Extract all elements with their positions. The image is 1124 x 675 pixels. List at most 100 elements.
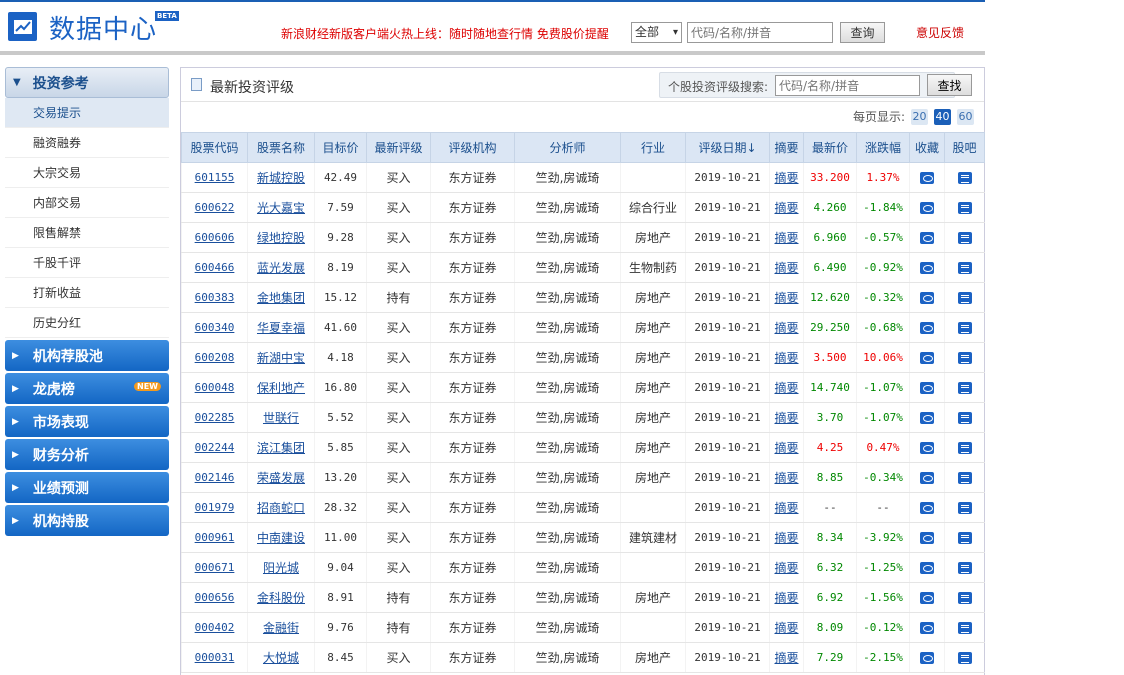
stock-code-link[interactable]: 601155 — [195, 171, 235, 184]
stock-code-link[interactable]: 000961 — [195, 531, 235, 544]
stock-code-link[interactable]: 600208 — [195, 351, 235, 364]
forum-icon[interactable] — [957, 292, 972, 304]
stock-name-link[interactable]: 世联行 — [263, 411, 299, 425]
column-header[interactable]: 收藏 — [909, 132, 945, 163]
stock-name-link[interactable]: 大悦城 — [263, 651, 299, 665]
stock-code-link[interactable]: 000402 — [195, 621, 235, 634]
column-header[interactable]: 股票名称 — [247, 132, 315, 163]
summary-link[interactable]: 摘要 — [774, 441, 798, 455]
top-search-button[interactable]: 查询 — [840, 22, 885, 43]
sidebar-group[interactable]: ▶ 市场表现 — [5, 406, 169, 437]
summary-link[interactable]: 摘要 — [774, 531, 798, 545]
summary-link[interactable]: 摘要 — [774, 261, 798, 275]
sidebar-group[interactable]: ▶ 业绩预测 — [5, 472, 169, 503]
favorite-icon[interactable] — [920, 532, 934, 544]
promo-link[interactable]: 新浪财经新版客户端火热上线：随时随地查行情 免费股价提醒 — [281, 25, 609, 42]
summary-link[interactable]: 摘要 — [774, 171, 798, 185]
summary-link[interactable]: 摘要 — [774, 231, 798, 245]
favorite-icon[interactable] — [920, 472, 934, 484]
favorite-icon[interactable] — [920, 502, 934, 514]
summary-link[interactable]: 摘要 — [774, 381, 798, 395]
forum-icon[interactable] — [957, 382, 972, 394]
column-header[interactable]: 摘要 — [769, 132, 804, 163]
stock-code-link[interactable]: 600606 — [195, 231, 235, 244]
stock-name-link[interactable]: 金科股份 — [257, 591, 305, 605]
stock-code-link[interactable]: 002146 — [195, 471, 235, 484]
sidebar-item[interactable]: 融资融券 — [5, 128, 169, 158]
favorite-icon[interactable] — [920, 412, 934, 424]
stock-code-link[interactable]: 600383 — [195, 291, 235, 304]
favorite-icon[interactable] — [920, 562, 934, 574]
forum-icon[interactable] — [957, 592, 972, 604]
sidebar-group[interactable]: ▶ 机构荐股池 — [5, 340, 169, 371]
forum-icon[interactable] — [957, 562, 972, 574]
column-header[interactable]: 行业 — [620, 132, 686, 163]
column-header[interactable]: 股吧 — [944, 132, 985, 163]
forum-icon[interactable] — [957, 322, 972, 334]
stock-name-link[interactable]: 金融街 — [263, 621, 299, 635]
stock-name-link[interactable]: 保利地产 — [257, 381, 305, 395]
stock-name-link[interactable]: 中南建设 — [257, 531, 305, 545]
stock-name-link[interactable]: 蓝光发展 — [257, 261, 305, 275]
forum-icon[interactable] — [957, 472, 972, 484]
summary-link[interactable]: 摘要 — [774, 201, 798, 215]
forum-icon[interactable] — [957, 202, 972, 214]
stock-name-link[interactable]: 新城控股 — [257, 171, 305, 185]
sidebar-item[interactable]: 千股千评 — [5, 248, 169, 278]
favorite-icon[interactable] — [920, 622, 934, 634]
column-header[interactable]: 最新评级 — [366, 132, 431, 163]
summary-link[interactable]: 摘要 — [774, 411, 798, 425]
column-header[interactable]: 涨跌幅 — [856, 132, 910, 163]
stock-code-link[interactable]: 002285 — [195, 411, 235, 424]
sidebar-group[interactable]: ▶ 财务分析 — [5, 439, 169, 470]
summary-link[interactable]: 摘要 — [774, 621, 798, 635]
stock-name-link[interactable]: 绿地控股 — [257, 231, 305, 245]
forum-icon[interactable] — [957, 412, 972, 424]
forum-icon[interactable] — [957, 532, 972, 544]
column-header[interactable]: 分析师 — [514, 132, 621, 163]
stock-name-link[interactable]: 华夏幸福 — [257, 321, 305, 335]
forum-icon[interactable] — [957, 502, 972, 514]
summary-link[interactable]: 摘要 — [774, 651, 798, 665]
rating-search-button[interactable]: 查找 — [927, 74, 972, 96]
column-header[interactable]: 股票代码 — [181, 132, 248, 163]
stock-name-link[interactable]: 阳光城 — [263, 561, 299, 575]
stock-code-link[interactable]: 600466 — [195, 261, 235, 274]
favorite-icon[interactable] — [920, 442, 934, 454]
stock-code-link[interactable]: 000671 — [195, 561, 235, 574]
stock-code-link[interactable]: 600340 — [195, 321, 235, 334]
forum-icon[interactable] — [957, 622, 972, 634]
summary-link[interactable]: 摘要 — [774, 561, 798, 575]
summary-link[interactable]: 摘要 — [774, 321, 798, 335]
rating-search-input[interactable] — [775, 75, 920, 96]
forum-icon[interactable] — [957, 442, 972, 454]
stock-name-link[interactable]: 招商蛇口 — [257, 501, 305, 515]
column-header[interactable]: 目标价 — [314, 132, 367, 163]
sidebar-item[interactable]: 历史分红 — [5, 308, 169, 338]
favorite-icon[interactable] — [920, 232, 934, 244]
stock-code-link[interactable]: 002244 — [195, 441, 235, 454]
favorite-icon[interactable] — [920, 352, 934, 364]
forum-icon[interactable] — [957, 172, 972, 184]
stock-name-link[interactable]: 金地集团 — [257, 291, 305, 305]
stock-name-link[interactable]: 滨江集团 — [257, 441, 305, 455]
perpage-option-60[interactable]: 60 — [957, 108, 974, 125]
forum-icon[interactable] — [957, 352, 972, 364]
site-title[interactable]: 数据中心 — [49, 9, 157, 46]
sidebar-item[interactable]: 打新收益 — [5, 278, 169, 308]
sidebar-item[interactable]: 大宗交易 — [5, 158, 169, 188]
scope-select[interactable]: 全部 ▾ — [631, 22, 682, 43]
column-header[interactable]: 评级机构 — [430, 132, 515, 163]
stock-code-link[interactable]: 001979 — [195, 501, 235, 514]
stock-code-link[interactable]: 600622 — [195, 201, 235, 214]
stock-code-link[interactable]: 600048 — [195, 381, 235, 394]
favorite-icon[interactable] — [920, 292, 934, 304]
sidebar-group[interactable]: ▶ 机构持股 — [5, 505, 169, 536]
top-search-input[interactable] — [687, 22, 833, 43]
stock-name-link[interactable]: 荣盛发展 — [257, 471, 305, 485]
summary-link[interactable]: 摘要 — [774, 501, 798, 515]
summary-link[interactable]: 摘要 — [774, 471, 798, 485]
favorite-icon[interactable] — [920, 382, 934, 394]
sidebar-item[interactable]: 内部交易 — [5, 188, 169, 218]
stock-name-link[interactable]: 新湖中宝 — [257, 351, 305, 365]
